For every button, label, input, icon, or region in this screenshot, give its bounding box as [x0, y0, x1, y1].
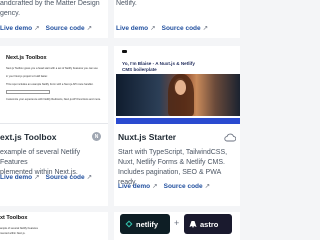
- material-card: andcrafted by the Matter Design gency. L…: [0, 0, 108, 38]
- next-toolbox-bottom-card[interactable]: xt Toolbox ample of several Netlify Feat…: [0, 212, 108, 240]
- netlify-logo-text: netlify: [136, 219, 159, 229]
- nextjs-toolbox-thumbnail[interactable]: Next.js Toolbox Next.js Toolbox gives yo…: [0, 46, 108, 124]
- nuxtjs-starter-source-code-link[interactable]: Source code: [164, 183, 203, 190]
- thumb-input: [6, 90, 50, 94]
- cloud-icon: [224, 133, 236, 142]
- hero-figure-face: [175, 80, 186, 95]
- material-description-line1: andcrafted by the Matter Design: [0, 0, 100, 7]
- nuxtjs-starter-card[interactable]: Yo, I'm Blaise - A Nuxt.js & Netlify CMS…: [114, 46, 240, 206]
- netlify-top-description: Netlify.: [116, 0, 137, 7]
- nuxt-thumb-blue-bar: [116, 118, 240, 124]
- plus-sign: +: [174, 218, 180, 228]
- astro-logo-pill: astro: [184, 214, 232, 234]
- material-source-code-link[interactable]: Source code: [46, 25, 85, 32]
- nextjs-toolbox-source-code-link[interactable]: Source code: [46, 174, 85, 181]
- next-toolbox-bottom-heading: xt Toolbox: [0, 215, 28, 221]
- nextjs-toolbox-card[interactable]: Next.js Toolbox Next.js Toolbox gives yo…: [0, 46, 108, 206]
- thumb-heading: Next.js Toolbox: [6, 55, 47, 61]
- nuxtjs-starter-live-demo-link[interactable]: Live demo: [118, 183, 150, 190]
- external-link-icon: ↗: [34, 174, 40, 181]
- external-link-icon: ↗: [152, 183, 158, 190]
- external-link-icon: ↗: [34, 25, 40, 32]
- astro-logo-icon: [189, 220, 197, 228]
- material-description-line2: gency.: [0, 10, 21, 17]
- netlify-astro-thumbnail[interactable]: netlify + astro: [116, 212, 240, 240]
- external-link-icon: ↗: [86, 25, 93, 32]
- thumb-line3: This repo includes an example Netlify Fo…: [6, 83, 94, 86]
- nextjs-toolbox-title[interactable]: ext.js Toolbox: [0, 132, 57, 142]
- external-link-icon: ↗: [202, 25, 209, 32]
- netlify-logo-icon: [125, 220, 133, 228]
- nextjs-toolbox-description-line1: example of several Netlify Features: [0, 149, 81, 166]
- nuxtjs-starter-description-line2: Nuxt, Netlify Forms & Netlify CMS.: [118, 159, 225, 166]
- nuxtjs-starter-description-line1: Start with TypeScript, TailwindCSS,: [118, 149, 228, 156]
- netlify-top-card: Netlify. Live demo ↗ Source code ↗: [114, 0, 240, 38]
- thumb-line1: Next.js Toolbox gives you a head start w…: [6, 67, 98, 70]
- material-live-demo-link[interactable]: Live demo: [0, 25, 32, 32]
- nuxt-thumb-hero-image: [116, 74, 240, 116]
- netlify-astro-card[interactable]: netlify + astro: [114, 212, 240, 240]
- next-toolbox-bottom-line1: ample of several Netlify Features: [0, 227, 38, 230]
- thumb-nav-logo: [122, 50, 127, 53]
- thumb-line4: Customize your experience with Netlify R…: [6, 98, 101, 101]
- netlify-top-live-demo-link[interactable]: Live demo: [116, 25, 148, 32]
- thumb-line2: in your Next.js project to build faster.: [6, 75, 48, 78]
- netlify-top-source-code-link[interactable]: Source code: [162, 25, 201, 32]
- nuxt-thumb-heading-line2: CMS boilerplate: [122, 67, 157, 72]
- nextjs-logo-badge: N: [92, 132, 101, 141]
- astro-logo-text: astro: [200, 219, 219, 229]
- external-link-icon: ↗: [204, 183, 211, 190]
- nextjs-toolbox-live-demo-link[interactable]: Live demo: [0, 174, 32, 181]
- nuxtjs-starter-title[interactable]: Nuxt.js Starter: [118, 132, 176, 142]
- netlify-logo-pill: netlify: [120, 214, 170, 234]
- nuxt-thumb-heading-line1: Yo, I'm Blaise - A Nuxt.js & Netlify: [122, 61, 195, 66]
- nuxtjs-starter-thumbnail[interactable]: Yo, I'm Blaise - A Nuxt.js & Netlify CMS…: [116, 46, 240, 124]
- external-link-icon: ↗: [150, 25, 156, 32]
- next-toolbox-bottom-line2: mented within Next.js.: [0, 232, 26, 235]
- external-link-icon: ↗: [86, 174, 93, 181]
